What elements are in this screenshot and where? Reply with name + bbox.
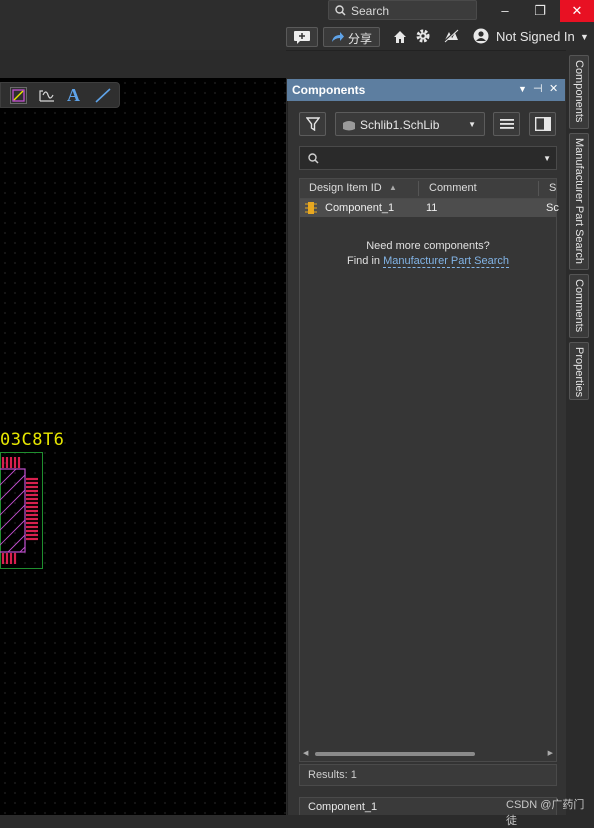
results-count: Results: 1 bbox=[308, 769, 357, 781]
menu-button[interactable] bbox=[493, 112, 520, 136]
home-icon[interactable] bbox=[392, 29, 408, 45]
chevron-down-icon: ▼ bbox=[468, 120, 476, 129]
place-text-icon[interactable]: A bbox=[67, 85, 80, 106]
search-placeholder: Search bbox=[351, 4, 390, 18]
library-select-value: Schlib1.SchLib bbox=[360, 118, 440, 132]
place-line-tool-icon[interactable] bbox=[94, 87, 112, 104]
account-label[interactable]: Not Signed In bbox=[496, 29, 575, 44]
dock-tab-manufacturer-part-search[interactable]: Manufacturer Part Search bbox=[569, 133, 589, 270]
panel-header: Components ▼ ⊣ ✕ bbox=[287, 79, 565, 101]
need-more-components-message: Need more components? Find in Manufactur… bbox=[300, 239, 556, 269]
search-icon bbox=[335, 5, 346, 16]
watermark: CSDN @广药门徒 bbox=[506, 799, 585, 827]
dock-tab-label: Comments bbox=[573, 279, 585, 333]
library-select[interactable]: Schlib1.SchLib ▼ bbox=[335, 112, 485, 136]
dock-tab-label: Components bbox=[573, 60, 585, 123]
user-avatar-icon[interactable] bbox=[473, 28, 489, 44]
dock-tab-label: Manufacturer Part Search bbox=[573, 138, 585, 264]
column-header-comment[interactable]: Comment bbox=[429, 182, 477, 194]
hamburger-menu-icon bbox=[500, 119, 514, 129]
ic-component-symbol[interactable] bbox=[0, 452, 44, 569]
dock-tab-properties[interactable]: Properties bbox=[569, 342, 589, 400]
find-in-text: Find in bbox=[346, 255, 384, 267]
horizontal-scrollbar[interactable]: ◀ ▶ bbox=[303, 749, 553, 759]
panel-title: Components bbox=[292, 83, 366, 97]
gear-icon[interactable] bbox=[415, 28, 431, 44]
column-header-design-item-id[interactable]: Design Item ID bbox=[309, 182, 382, 194]
minimize-button[interactable]: – bbox=[488, 0, 522, 22]
scroll-left-icon[interactable]: ◀ bbox=[303, 749, 308, 757]
global-search-input[interactable]: Search bbox=[328, 0, 477, 20]
component-designator-label: 03C8T6 bbox=[0, 430, 65, 450]
pin-icon[interactable]: ⊣ bbox=[533, 82, 543, 95]
need-more-text: Need more components? bbox=[366, 240, 490, 252]
scrollbar-thumb[interactable] bbox=[315, 752, 475, 756]
search-icon bbox=[308, 153, 319, 164]
scroll-right-icon[interactable]: ▶ bbox=[548, 749, 553, 757]
share-label: 分享 bbox=[348, 32, 373, 46]
toggle-details-button[interactable] bbox=[529, 112, 556, 136]
component-search-input[interactable]: ▼ bbox=[299, 146, 557, 170]
comment-add-button[interactable] bbox=[286, 27, 318, 47]
close-button[interactable]: ✕ bbox=[560, 0, 594, 22]
table-row[interactable]: Component_1 11 Sc bbox=[300, 199, 559, 217]
column-header-s[interactable]: S bbox=[549, 182, 556, 194]
results-bar: Results: 1 bbox=[299, 764, 557, 786]
component-icon bbox=[305, 202, 317, 214]
canvas-active-bar: A bbox=[0, 82, 120, 108]
comment-add-icon bbox=[294, 31, 310, 44]
selected-component-name: Component_1 bbox=[308, 801, 378, 813]
cell-comment: 11 bbox=[426, 202, 438, 214]
filter-button[interactable] bbox=[299, 112, 326, 136]
grid-header: Design Item ID ▲ Comment S bbox=[300, 179, 556, 199]
maximize-button[interactable]: ❐ bbox=[523, 0, 557, 22]
dock-tab-comments[interactable]: Comments bbox=[569, 274, 589, 338]
place-line-icon[interactable] bbox=[10, 87, 27, 104]
share-button[interactable]: 分享 bbox=[323, 27, 380, 47]
dock-tab-label: Properties bbox=[573, 347, 585, 398]
split-view-icon bbox=[535, 117, 551, 131]
search-dropdown-chevron-down-icon[interactable]: ▼ bbox=[543, 154, 551, 163]
canvas-tab-strip bbox=[0, 50, 286, 78]
dock-tab-components[interactable]: Components bbox=[569, 55, 589, 129]
sort-ascending-icon: ▲ bbox=[389, 183, 397, 192]
panel-close-icon[interactable]: ✕ bbox=[549, 82, 558, 95]
library-icon bbox=[343, 121, 355, 131]
place-ieee-symbol-icon[interactable] bbox=[38, 87, 56, 104]
share-arrow-icon bbox=[332, 32, 344, 42]
cell-design-item-id: Component_1 bbox=[325, 202, 395, 214]
account-chevron-down-icon[interactable]: ▼ bbox=[580, 32, 589, 42]
notifications-muted-icon[interactable] bbox=[442, 28, 460, 44]
manufacturer-part-search-link[interactable]: Manufacturer Part Search bbox=[383, 255, 510, 268]
panel-menu-chevron-down-icon[interactable]: ▼ bbox=[518, 84, 527, 94]
filter-icon bbox=[306, 117, 320, 131]
cell-s: Sc bbox=[546, 202, 559, 214]
